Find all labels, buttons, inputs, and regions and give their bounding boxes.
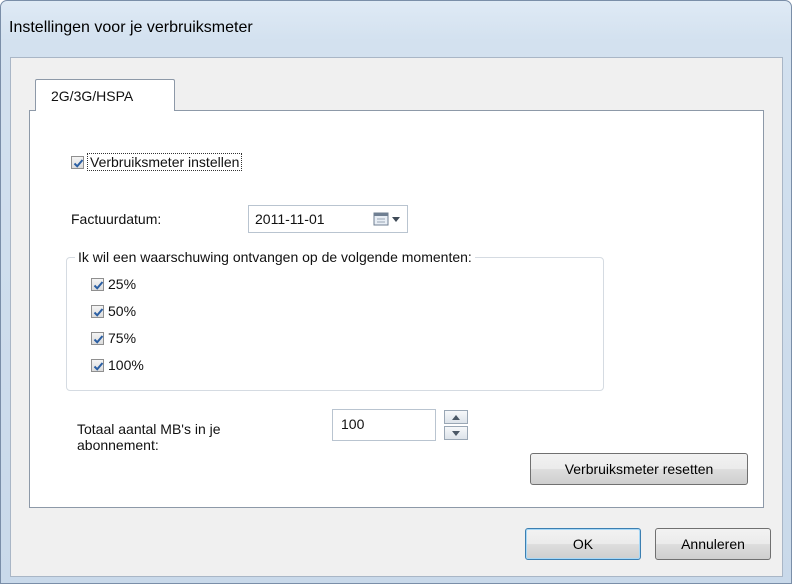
dialog-title: Instellingen voor je verbruiksmeter xyxy=(9,19,253,36)
reset-meter-button[interactable]: Verbruiksmeter resetten xyxy=(530,453,748,485)
warning-group-legend: Ik wil een waarschuwing ontvangen op de … xyxy=(75,249,475,265)
warning-100-label: 100% xyxy=(108,357,144,373)
billing-date-value: 2011-11-01 xyxy=(255,211,325,227)
check-icon xyxy=(93,334,104,344)
warning-75-checkbox[interactable] xyxy=(91,331,104,345)
total-mb-label-line1: Totaal aantal MB's in je xyxy=(77,421,221,437)
cancel-button[interactable]: Annuleren xyxy=(655,528,771,560)
total-mb-label: Totaal aantal MB's in je abonnement: xyxy=(77,421,221,453)
ok-button[interactable]: OK xyxy=(525,528,641,560)
enable-meter-checkbox[interactable] xyxy=(71,155,84,169)
tab-2g-3g-hspa[interactable]: 2G/3G/HSPA xyxy=(35,79,175,111)
settings-dialog: Instellingen voor je verbruiksmeter 2G/3… xyxy=(0,0,792,584)
check-icon xyxy=(73,158,84,168)
tab-label: 2G/3G/HSPA xyxy=(51,88,134,104)
enable-meter-label: Verbruiksmeter instellen xyxy=(87,153,243,171)
warning-75-label: 75% xyxy=(108,330,137,346)
check-icon xyxy=(93,280,104,290)
warning-moments-group: Ik wil een waarschuwing ontvangen op de … xyxy=(66,249,604,391)
check-icon xyxy=(93,361,104,371)
warning-50-checkbox[interactable] xyxy=(91,304,104,318)
warning-option-100[interactable]: 100% xyxy=(91,357,144,373)
billing-date-label: Factuurdatum: xyxy=(71,211,162,227)
warning-option-75[interactable]: 75% xyxy=(91,330,136,346)
billing-date-picker[interactable]: 2011-11-01 xyxy=(248,205,408,233)
chevron-down-icon xyxy=(452,430,460,436)
dialog-client-area: 2G/3G/HSPA Verbruiksmeter instellen Fact… xyxy=(10,57,783,577)
warning-25-checkbox[interactable] xyxy=(91,277,104,291)
calendar-icon xyxy=(373,212,400,226)
total-mb-spinner[interactable] xyxy=(444,410,468,440)
spin-down-button[interactable] xyxy=(444,426,468,440)
total-mb-input[interactable]: 100 xyxy=(332,409,436,441)
tab-panel: Verbruiksmeter instellen Factuurdatum: 2… xyxy=(29,110,764,508)
warning-option-25[interactable]: 25% xyxy=(91,276,136,292)
spin-up-button[interactable] xyxy=(444,410,468,424)
enable-meter-row[interactable]: Verbruiksmeter instellen xyxy=(71,153,243,171)
total-mb-label-line2: abonnement: xyxy=(77,437,159,453)
warning-100-checkbox[interactable] xyxy=(91,358,104,372)
title-bar: Instellingen voor je verbruiksmeter xyxy=(9,19,253,47)
warning-option-50[interactable]: 50% xyxy=(91,303,136,319)
warning-50-label: 50% xyxy=(108,303,137,319)
chevron-up-icon xyxy=(452,414,460,420)
warning-25-label: 25% xyxy=(108,276,137,292)
calendar-dropdown-button[interactable] xyxy=(373,211,403,227)
check-icon xyxy=(93,307,104,317)
